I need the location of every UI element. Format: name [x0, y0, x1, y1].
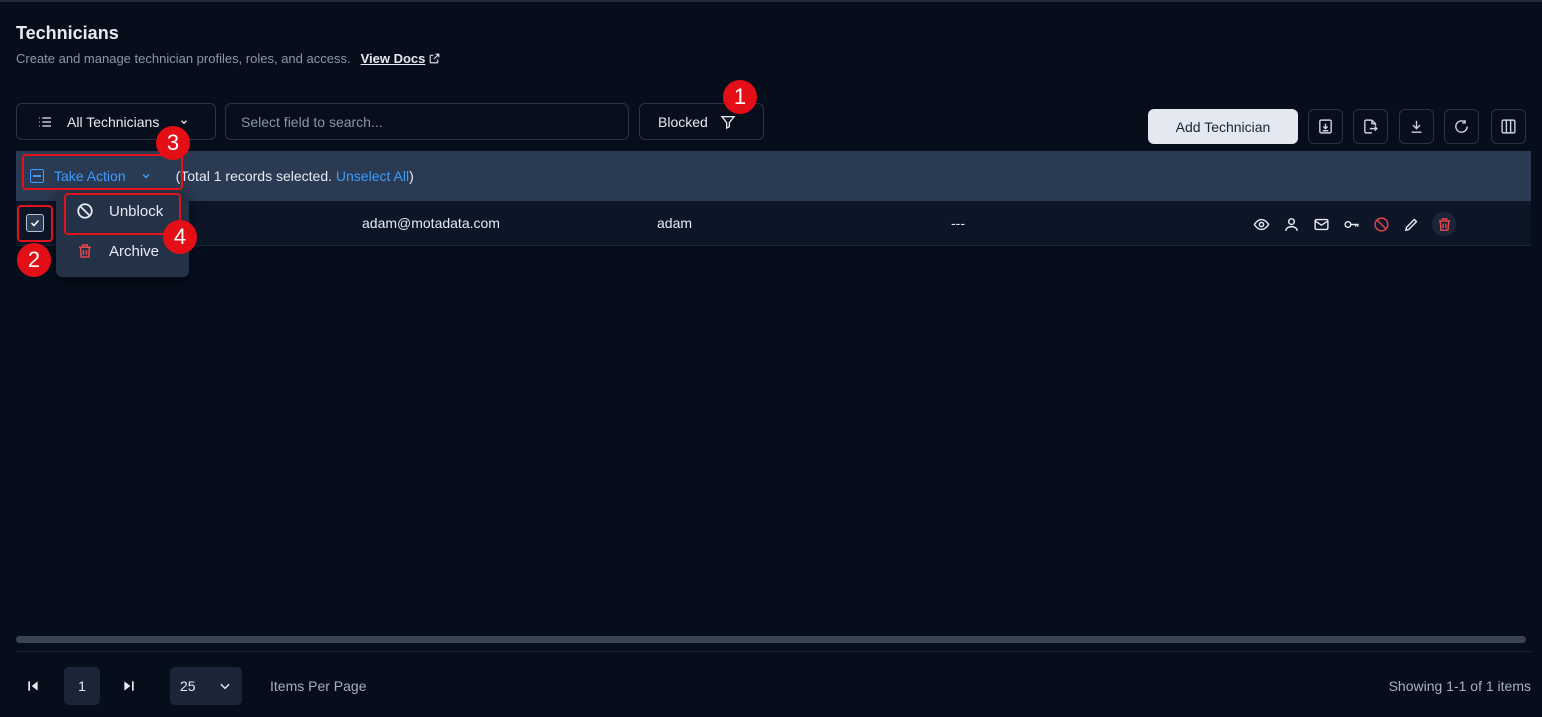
- page-title: Technicians: [16, 23, 119, 43]
- eye-icon: [1253, 218, 1270, 230]
- selection-info: (Total 1 records selected. Unselect All): [176, 168, 414, 184]
- filter-label: Blocked: [658, 113, 708, 130]
- selection-close-paren: ): [409, 168, 414, 184]
- archive-label: Archive: [109, 242, 160, 260]
- name-cell: adam: [657, 215, 693, 231]
- add-technician-button[interactable]: Add Technician: [1148, 109, 1298, 144]
- user-icon: [1285, 217, 1298, 231]
- view-docs-label: View Docs: [360, 51, 426, 66]
- per-page-value: 25: [180, 678, 196, 694]
- refresh-button[interactable]: [1444, 109, 1479, 144]
- columns-button[interactable]: [1491, 109, 1526, 144]
- extra-cell: ---: [951, 215, 965, 231]
- chevron-down-icon: [142, 173, 150, 179]
- search-input[interactable]: [241, 113, 621, 130]
- subtitle-text: Create and manage technician profiles, r…: [16, 51, 351, 66]
- email-action[interactable]: [1312, 215, 1331, 234]
- selection-bar: Take Action (Total 1 records selected. U…: [16, 151, 1531, 201]
- external-link-icon: [430, 53, 440, 64]
- import-button[interactable]: [1308, 109, 1343, 144]
- ban-icon: [1374, 216, 1389, 232]
- block-action[interactable]: [1372, 215, 1391, 234]
- view-docs-link[interactable]: View Docs: [361, 51, 442, 66]
- columns-icon: [1501, 119, 1516, 134]
- delete-action[interactable]: [1432, 212, 1456, 236]
- current-page[interactable]: 1: [64, 667, 100, 705]
- mail-icon: [1314, 218, 1329, 230]
- unblock-label: Unblock: [109, 202, 164, 220]
- horizontal-scrollbar[interactable]: [16, 636, 1526, 643]
- annotation-badge-1: 1: [723, 80, 757, 114]
- annotation-badge-2: 2: [17, 243, 51, 277]
- profile-action[interactable]: [1282, 215, 1301, 234]
- unblock-menu-item[interactable]: Unblock: [76, 202, 163, 220]
- first-page-icon[interactable]: [25, 678, 41, 694]
- email-cell: adam@motadata.com: [362, 215, 500, 231]
- last-page-icon[interactable]: [121, 678, 137, 694]
- edit-action[interactable]: [1402, 215, 1421, 234]
- items-per-page-label: Items Per Page: [270, 678, 367, 694]
- chevron-down-icon: [219, 683, 230, 690]
- key-icon: [1344, 220, 1359, 228]
- trash-icon: [1438, 217, 1450, 231]
- items-per-page-select[interactable]: 25: [170, 667, 242, 705]
- pencil-icon: [1404, 218, 1418, 231]
- download-button[interactable]: [1399, 109, 1434, 144]
- list-icon: [39, 116, 51, 127]
- export-button[interactable]: [1353, 109, 1388, 144]
- footer-divider: [16, 651, 1531, 652]
- take-action-button[interactable]: Take Action: [30, 168, 152, 184]
- selection-count-text: (Total 1 records selected.: [175, 168, 333, 184]
- password-action[interactable]: [1342, 215, 1361, 234]
- check-icon: [30, 219, 40, 227]
- unselect-all-link[interactable]: Unselect All: [336, 168, 409, 184]
- annotation-badge-3: 3: [156, 126, 190, 160]
- take-action-label: Take Action: [54, 168, 126, 184]
- download-icon: [1411, 120, 1422, 133]
- row-checkbox[interactable]: [26, 214, 44, 232]
- page-subtitle: Create and manage technician profiles, r…: [16, 51, 441, 66]
- view-action[interactable]: [1252, 215, 1271, 234]
- view-selector-label: All Technicians: [67, 113, 160, 130]
- import-icon: [1319, 119, 1332, 134]
- refresh-icon: [1455, 120, 1468, 133]
- filter-icon: [720, 115, 736, 129]
- search-box: [225, 103, 629, 140]
- annotation-badge-4: 4: [163, 220, 197, 254]
- partial-select-icon: [30, 169, 44, 183]
- chevron-down-icon: [181, 119, 188, 124]
- trash-icon: [79, 244, 91, 258]
- ban-icon: [77, 203, 93, 219]
- row-actions: [1252, 212, 1456, 236]
- top-divider: [0, 0, 1542, 2]
- showing-count: Showing 1-1 of 1 items: [1388, 678, 1531, 694]
- archive-menu-item[interactable]: Archive: [76, 242, 159, 260]
- export-icon: [1364, 119, 1378, 134]
- table-row: adam@motadata.com adam ---: [16, 201, 1531, 246]
